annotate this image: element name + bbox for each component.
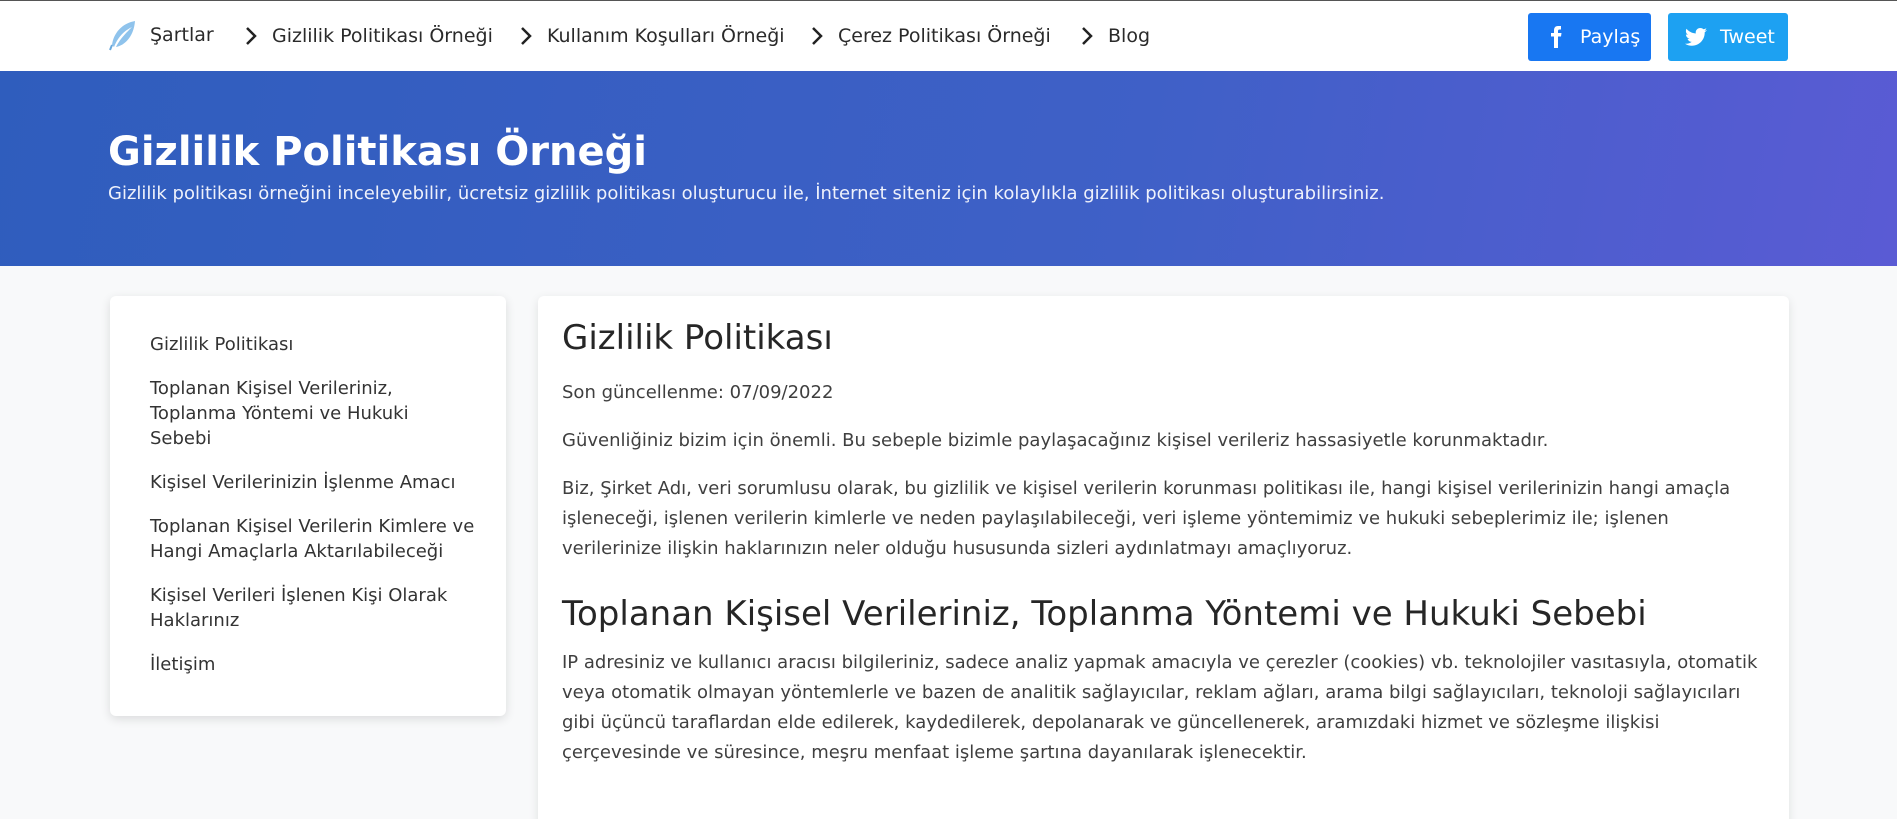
policy-content-card: Gizlilik Politikası Son güncellenme: 07/… — [538, 296, 1789, 819]
twitter-icon — [1685, 28, 1707, 46]
nav-item-privacy-policy[interactable]: Gizlilik Politikası Örneği — [244, 25, 493, 47]
twitter-share-button[interactable]: Tweet — [1668, 13, 1788, 61]
table-of-contents: Gizlilik Politikası Toplanan Kişisel Ver… — [110, 296, 506, 716]
page-title: Gizlilik Politikası Örneği — [108, 129, 647, 175]
chevron-right-icon — [246, 27, 257, 45]
chevron-right-icon — [521, 27, 532, 45]
page-subtitle: Gizlilik politikası örneğini inceleyebil… — [108, 183, 1385, 204]
toc-link-your-rights[interactable]: Kişisel Verileri İşlenen Kişi Olarak Hak… — [150, 583, 450, 633]
toc-link-contact[interactable]: İletişim — [150, 652, 478, 677]
brand-label: Şartlar — [150, 24, 214, 46]
toc-link-privacy-policy[interactable]: Gizlilik Politikası — [150, 332, 478, 357]
last-updated-text: Son güncellenme: 07/09/2022 — [562, 382, 834, 403]
hero-banner: Gizlilik Politikası Örneği Gizlilik poli… — [0, 71, 1897, 266]
nav-item-label: Çerez Politikası Örneği — [838, 25, 1051, 47]
twitter-share-label: Tweet — [1720, 26, 1775, 48]
nav-item-label: Blog — [1108, 25, 1150, 47]
facebook-share-label: Paylaş — [1580, 26, 1641, 48]
policy-title: Gizlilik Politikası — [562, 318, 833, 358]
nav-item-terms-of-use[interactable]: Kullanım Koşulları Örneği — [519, 25, 785, 47]
collected-data-paragraph: IP adresiniz ve kullanıcı aracısı bilgil… — [562, 652, 1758, 763]
nav-item-cookie-policy[interactable]: Çerez Politikası Örneği — [810, 25, 1051, 47]
facebook-icon — [1551, 26, 1562, 48]
top-navbar: Şartlar Gizlilik Politikası Örneği Kulla… — [0, 0, 1897, 71]
chevron-right-icon — [812, 27, 823, 45]
nav-item-label: Kullanım Koşulları Örneği — [547, 25, 785, 47]
facebook-share-button[interactable]: Paylaş — [1528, 13, 1651, 61]
nav-item-blog[interactable]: Blog — [1080, 25, 1150, 47]
toc-link-collected-data[interactable]: Toplanan Kişisel Verileriniz, Toplanma Y… — [150, 376, 440, 451]
nav-item-label: Gizlilik Politikası Örneği — [272, 25, 493, 47]
toc-link-processing-purpose[interactable]: Kişisel Verilerinizin İşlenme Amacı — [150, 470, 478, 495]
intro-paragraph: Güvenliğiniz bizim için önemli. Bu sebep… — [562, 430, 1549, 451]
section-title-collected-data: Toplanan Kişisel Verileriniz, Toplanma Y… — [562, 594, 1647, 634]
toc-link-data-transfer[interactable]: Toplanan Kişisel Verilerin Kimlere ve Ha… — [150, 514, 480, 564]
feather-icon — [109, 21, 135, 51]
chevron-right-icon — [1082, 27, 1093, 45]
controller-paragraph: Biz, Şirket Adı, veri sorumlusu olarak, … — [562, 478, 1731, 559]
brand-link[interactable]: Şartlar — [108, 19, 214, 51]
